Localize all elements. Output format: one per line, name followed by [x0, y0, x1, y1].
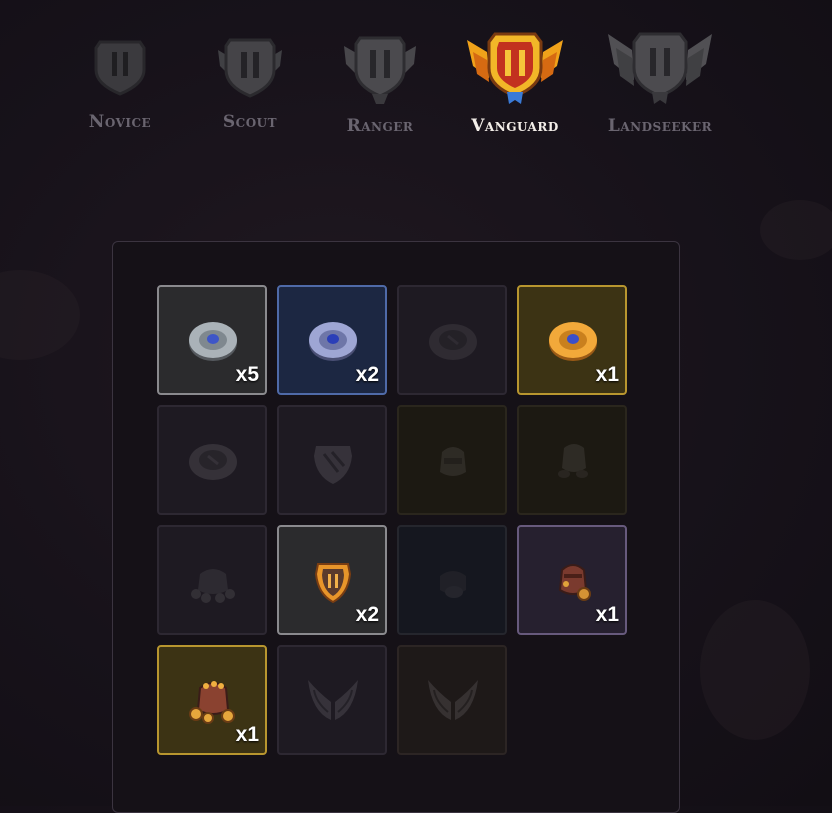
reward-slot[interactable] — [397, 645, 507, 755]
rank-label: Scout — [222, 112, 278, 132]
rank-label: Landseeker — [607, 116, 713, 136]
coin-bag-icon — [558, 564, 591, 601]
reward-slot[interactable]: x1 — [157, 645, 267, 755]
rank-tab-scout[interactable]: Scout — [200, 30, 300, 132]
background-shape — [700, 600, 810, 740]
coin-bag-icon — [189, 681, 235, 724]
background-shape — [760, 200, 832, 260]
rank-label: Vanguard — [471, 116, 559, 136]
reward-slot[interactable]: x2 — [277, 525, 387, 635]
silver-coin-icon — [189, 322, 237, 361]
coin-pile-icon — [191, 569, 235, 603]
reward-slot[interactable]: x1 — [517, 285, 627, 395]
reward-slot[interactable] — [397, 405, 507, 515]
reward-count: x1 — [595, 363, 619, 386]
reward-slot[interactable] — [397, 285, 507, 395]
novice-badge-icon — [94, 40, 146, 96]
reward-count: x2 — [355, 363, 379, 386]
background-shape — [0, 270, 80, 360]
reward-slot[interactable] — [277, 645, 387, 755]
pouch-icon — [440, 447, 466, 476]
reward-slot[interactable]: x5 — [157, 285, 267, 395]
reward-slot[interactable] — [517, 405, 627, 515]
reward-slot[interactable] — [157, 525, 267, 635]
reward-count: x1 — [235, 723, 259, 746]
rank-tabs: Novice Scout Ranger Vanguard Landseeker — [0, 30, 832, 160]
rank-tab-ranger[interactable]: Ranger — [330, 30, 430, 136]
pouch-icon — [440, 571, 466, 598]
reward-slot[interactable]: x2 — [277, 285, 387, 395]
rank-tab-novice[interactable]: Novice — [70, 30, 170, 132]
landseeker-badge-icon — [608, 32, 712, 104]
reward-slot[interactable] — [277, 405, 387, 515]
vanguard-badge-icon — [467, 32, 563, 104]
reward-slot[interactable]: x1 — [517, 525, 627, 635]
coin-icon — [429, 324, 477, 360]
reward-count: x1 — [595, 603, 619, 626]
rank-label: Novice — [88, 112, 152, 132]
rank-tab-vanguard[interactable]: Vanguard — [455, 30, 575, 136]
rank-tab-landseeker[interactable]: Landseeker — [595, 30, 725, 136]
scout-badge-icon — [218, 38, 282, 98]
reward-slot[interactable] — [157, 405, 267, 515]
orange-shield-icon — [314, 563, 352, 604]
wings-icon — [428, 680, 478, 720]
reward-slot[interactable] — [397, 525, 507, 635]
ranger-badge-icon — [344, 36, 416, 104]
reward-count: x2 — [355, 603, 379, 626]
pouch-icon — [558, 444, 588, 478]
gold-coin-icon — [549, 322, 597, 361]
shield-icon — [314, 446, 352, 484]
blue-coin-icon — [309, 322, 357, 361]
reward-count: x5 — [235, 363, 259, 386]
rank-label: Ranger — [346, 116, 414, 136]
rewards-panel: x5 x2 x1 x2 x1 x1 — [112, 241, 680, 813]
coin-icon — [189, 444, 237, 480]
wings-icon — [308, 680, 358, 720]
